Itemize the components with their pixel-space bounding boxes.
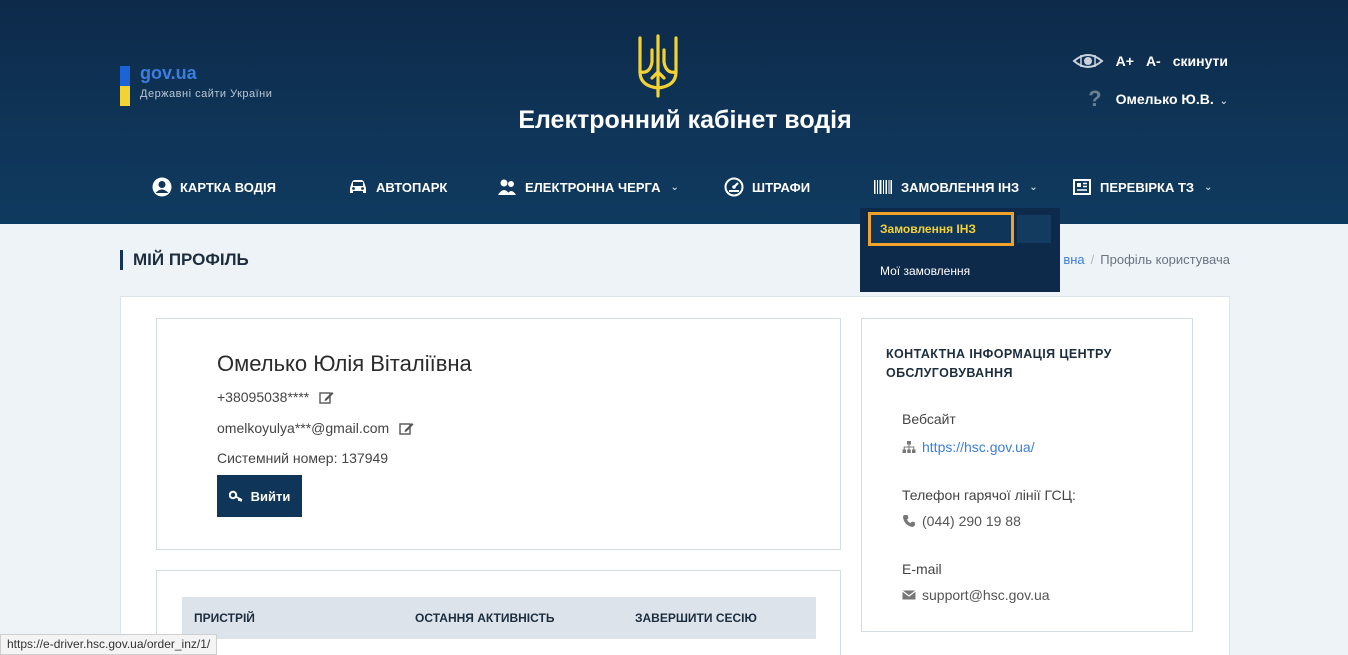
page-title: МІЙ ПРОФІЛЬ <box>120 250 249 270</box>
site-title: Електронний кабінет водія <box>518 106 852 134</box>
column-device: Пристрій <box>194 611 255 625</box>
column-last-activity: Остання активність <box>415 611 555 625</box>
hotline-label: Телефон гарячої лінії ГСЦ: <box>902 487 1076 503</box>
chevron-down-icon: ⌄ <box>1029 181 1038 193</box>
profile-system-number: Системний номер: 137949 <box>217 450 389 466</box>
font-decrease-button[interactable]: A- <box>1146 53 1161 69</box>
speedometer-icon <box>724 177 744 197</box>
support-email[interactable]: support@hsc.gov.ua <box>902 587 1050 603</box>
nav-item-vehicle-check[interactable]: Перевірка ТЗ ⌄ <box>1072 170 1212 204</box>
trident-emblem-icon <box>638 34 678 98</box>
inz-order-dropdown: Замовлення ІНЗ Мої замовлення <box>860 208 1060 292</box>
key-icon <box>228 490 243 502</box>
gov-ua-subtitle: Державні сайти України <box>140 88 273 100</box>
nav-item-driver-card[interactable]: Картка водія <box>152 170 276 204</box>
browser-status-bar-url: https://e-driver.hsc.gov.ua/order_inz/1/ <box>0 634 218 655</box>
user-circle-icon <box>152 177 172 197</box>
chevron-down-icon: ⌄ <box>1219 96 1228 107</box>
contact-card: Контактна інформація центру обслуговуван… <box>861 318 1193 632</box>
visually-impaired-eye-icon[interactable] <box>1072 52 1104 70</box>
user-name: Омелько Ю.В. <box>1115 91 1214 107</box>
chevron-down-icon: ⌄ <box>1204 181 1213 193</box>
profile-phone: +38095038**** <box>217 389 310 405</box>
help-icon[interactable]: ? <box>1088 86 1101 112</box>
breadcrumb-separator: / <box>1090 252 1095 267</box>
user-menu-button[interactable]: Омелько Ю.В. ⌄ <box>1116 91 1228 107</box>
dropdown-item-inz-order[interactable]: Замовлення ІНЗ <box>868 212 1051 246</box>
nav-item-fines[interactable]: Штрафи <box>724 170 810 204</box>
chevron-down-icon: ⌄ <box>670 181 679 193</box>
queue-icon <box>498 179 516 195</box>
dropdown-item-my-orders[interactable]: Мої замовлення <box>868 254 1048 288</box>
car-icon <box>350 180 366 193</box>
nav-item-autopark[interactable]: Автопарк <box>348 170 447 204</box>
website-link[interactable]: https://hsc.gov.ua/ <box>902 439 1035 455</box>
profile-full-name: Омелько Юлія Віталіївна <box>217 351 472 376</box>
hotline-phone: (044) 290 19 88 <box>902 513 1021 529</box>
newspaper-icon <box>1073 179 1091 195</box>
edit-phone-icon[interactable] <box>319 390 334 404</box>
website-label: Вебсайт <box>902 411 956 427</box>
profile-email: omelkoyulya***@gmail.com <box>217 420 390 436</box>
breadcrumb-current: Профіль користувача <box>1100 252 1230 267</box>
breadcrumb: вна / Профіль користувача <box>1063 252 1230 267</box>
main-nav: Картка водія Автопарк Електронна черга ⌄… <box>0 170 1348 204</box>
barcode-icon <box>874 180 892 194</box>
sessions-card: Пристрій Остання активність Завершити се… <box>156 570 841 655</box>
profile-card: Омелько Юлія Віталіївна +38095038**** om… <box>156 318 841 550</box>
phone-icon <box>903 515 915 527</box>
nav-item-e-queue[interactable]: Електронна черга ⌄ <box>497 170 679 204</box>
envelope-icon <box>902 590 916 600</box>
ukraine-flag-icon <box>120 66 130 106</box>
edit-email-icon[interactable] <box>399 421 414 435</box>
nav-item-inz-order[interactable]: Замовлення ІНЗ ⌄ <box>873 170 1038 204</box>
column-end-session: Завершити сесію <box>635 611 757 625</box>
sessions-table-header: Пристрій Остання активність Завершити се… <box>182 597 816 639</box>
logout-button[interactable]: Вийти <box>217 475 302 517</box>
gov-ua-name: gov.ua <box>140 63 197 83</box>
font-increase-button[interactable]: A+ <box>1116 53 1134 69</box>
contact-title: Контактна інформація центру обслуговуван… <box>886 347 1112 380</box>
site-header: gov.ua Державні сайти України Електронни… <box>0 0 1348 224</box>
email-label: E-mail <box>902 561 942 577</box>
breadcrumb-home-link[interactable]: вна <box>1063 252 1084 267</box>
sitemap-icon <box>902 441 916 453</box>
font-reset-button[interactable]: скинути <box>1173 53 1228 69</box>
